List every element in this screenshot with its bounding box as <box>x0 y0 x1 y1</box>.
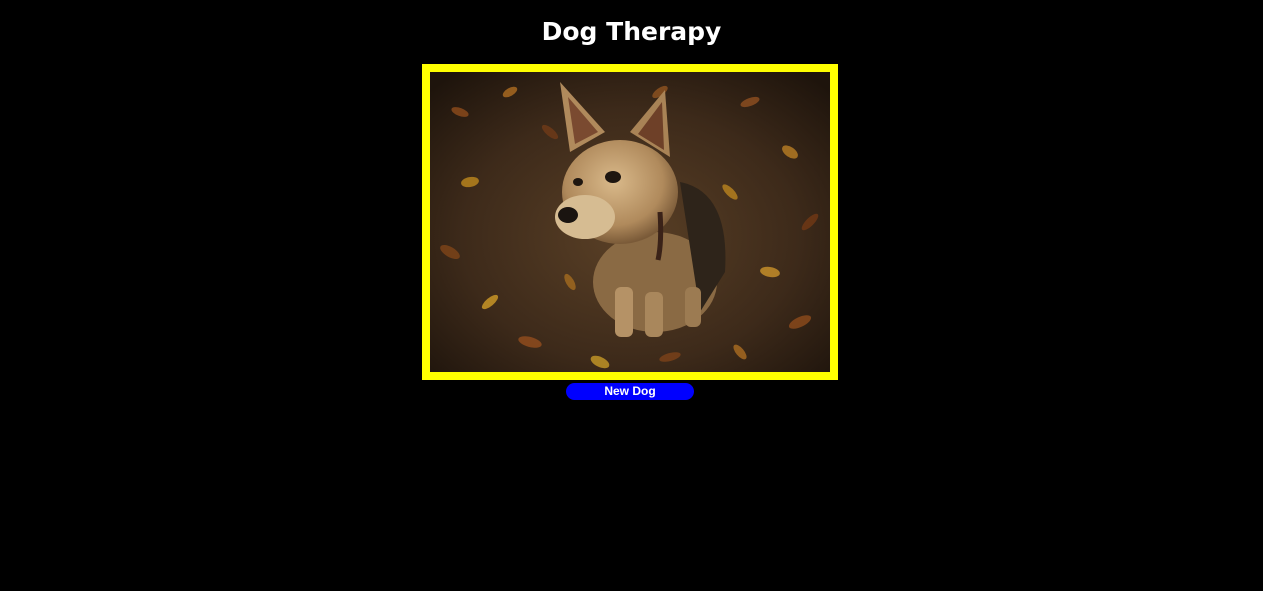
dog-photo <box>430 72 830 372</box>
new-dog-button[interactable]: New Dog <box>566 383 694 400</box>
dog-photo-frame <box>422 64 838 380</box>
page-title: Dog Therapy <box>541 17 722 46</box>
